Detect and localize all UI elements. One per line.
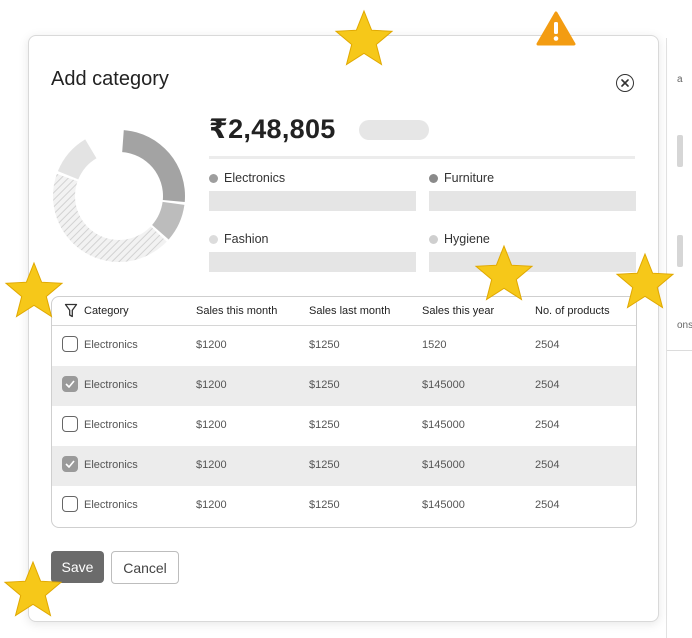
- legend-dot: [209, 173, 218, 183]
- cell-sales-this-month: $1200: [196, 379, 227, 391]
- table-header: Category Sales this month Sales last mon…: [52, 297, 636, 326]
- cell-sales-last-month: $1250: [309, 339, 340, 351]
- filter-icon[interactable]: [64, 303, 78, 319]
- star-icon: [4, 261, 64, 318]
- legend-dot: [429, 234, 438, 244]
- legend-furniture: Furniture: [429, 171, 494, 185]
- cell-category: Electronics: [84, 419, 138, 431]
- category-donut-chart: [52, 130, 185, 262]
- background-text: ons: [677, 320, 692, 331]
- background-page: a ons: [666, 38, 692, 638]
- cell-sales-this-year: $145000: [422, 419, 465, 431]
- row-checkbox[interactable]: [62, 336, 78, 352]
- warning-icon: [536, 11, 576, 46]
- close-button[interactable]: [616, 74, 634, 92]
- donut-segment-electronics: [122, 130, 185, 202]
- legend-value-bar-fashion: [209, 252, 416, 272]
- cell-no-of-products: 2504: [535, 459, 560, 471]
- cell-category: Electronics: [84, 499, 138, 511]
- summary-divider: [209, 156, 635, 159]
- close-icon: [621, 79, 629, 87]
- cell-sales-this-year: $145000: [422, 499, 465, 511]
- table-row[interactable]: Electronics $1200 $1250 $145000 2504: [52, 366, 636, 406]
- donut-segment-fashion: [52, 173, 167, 262]
- legend-dot: [209, 234, 218, 244]
- background-text: a: [677, 74, 683, 85]
- legend-fashion: Fashion: [209, 232, 268, 246]
- cell-sales-this-month: $1200: [196, 499, 227, 511]
- star-icon: [3, 560, 63, 617]
- cell-sales-this-month: $1200: [196, 459, 227, 471]
- legend-label: Furniture: [444, 171, 495, 185]
- donut-segment-hygiene: [57, 139, 97, 180]
- cell-category: Electronics: [84, 339, 138, 351]
- total-amount: ₹2,48,805: [209, 114, 336, 144]
- header-sales-this-month[interactable]: Sales this month: [196, 305, 277, 317]
- cell-category: Electronics: [84, 379, 138, 391]
- header-category[interactable]: Category: [84, 305, 129, 317]
- checkbox-check-icon: [65, 460, 75, 468]
- cell-no-of-products: 2504: [535, 419, 560, 431]
- row-checkbox[interactable]: [62, 456, 78, 472]
- add-category-modal: Add category ₹2,48,805 Electronics Furni…: [28, 35, 659, 622]
- table-row[interactable]: Electronics $1200 $1250 $145000 2504: [52, 486, 636, 526]
- checkbox-check-icon: [65, 380, 75, 388]
- cell-sales-last-month: $1250: [309, 459, 340, 471]
- cell-sales-this-year: $145000: [422, 379, 465, 391]
- header-sales-last-month[interactable]: Sales last month: [309, 305, 390, 317]
- modal-title: Add category: [51, 68, 169, 90]
- legend-label: Electronics: [224, 171, 286, 185]
- header-sales-this-year[interactable]: Sales this year: [422, 305, 494, 317]
- cell-sales-last-month: $1250: [309, 419, 340, 431]
- cell-sales-this-month: $1200: [196, 339, 227, 351]
- category-table: Category Sales this month Sales last mon…: [51, 296, 637, 528]
- background-divider: [667, 350, 692, 351]
- row-checkbox[interactable]: [62, 376, 78, 392]
- table-row[interactable]: Electronics $1200 $1250 $145000 2504: [52, 446, 636, 486]
- star-icon: [334, 9, 394, 66]
- star-icon: [474, 244, 534, 301]
- cell-sales-this-year: 1520: [422, 339, 447, 351]
- background-bar: [677, 235, 683, 267]
- row-checkbox[interactable]: [62, 416, 78, 432]
- cell-category: Electronics: [84, 459, 138, 471]
- header-no-of-products[interactable]: No. of products: [535, 305, 610, 317]
- legend-value-bar-furniture: [429, 191, 636, 211]
- cell-sales-this-year: $145000: [422, 459, 465, 471]
- total-change-badge: [359, 120, 429, 140]
- legend-value-bar-electronics: [209, 191, 416, 211]
- table-row[interactable]: Electronics $1200 $1250 1520 2504: [52, 326, 636, 366]
- background-bar: [677, 135, 683, 167]
- cell-sales-last-month: $1250: [309, 379, 340, 391]
- cancel-button[interactable]: Cancel: [111, 551, 179, 584]
- legend-dot: [429, 173, 438, 183]
- cell-no-of-products: 2504: [535, 379, 560, 391]
- cell-sales-last-month: $1250: [309, 499, 340, 511]
- cell-no-of-products: 2504: [535, 499, 560, 511]
- legend-label: Fashion: [224, 232, 269, 246]
- star-icon: [615, 252, 675, 309]
- cell-no-of-products: 2504: [535, 339, 560, 351]
- donut-segments: [52, 130, 185, 262]
- legend-electronics: Electronics: [209, 171, 285, 185]
- row-checkbox[interactable]: [62, 496, 78, 512]
- table-row[interactable]: Electronics $1200 $1250 $145000 2504: [52, 406, 636, 446]
- cell-sales-this-month: $1200: [196, 419, 227, 431]
